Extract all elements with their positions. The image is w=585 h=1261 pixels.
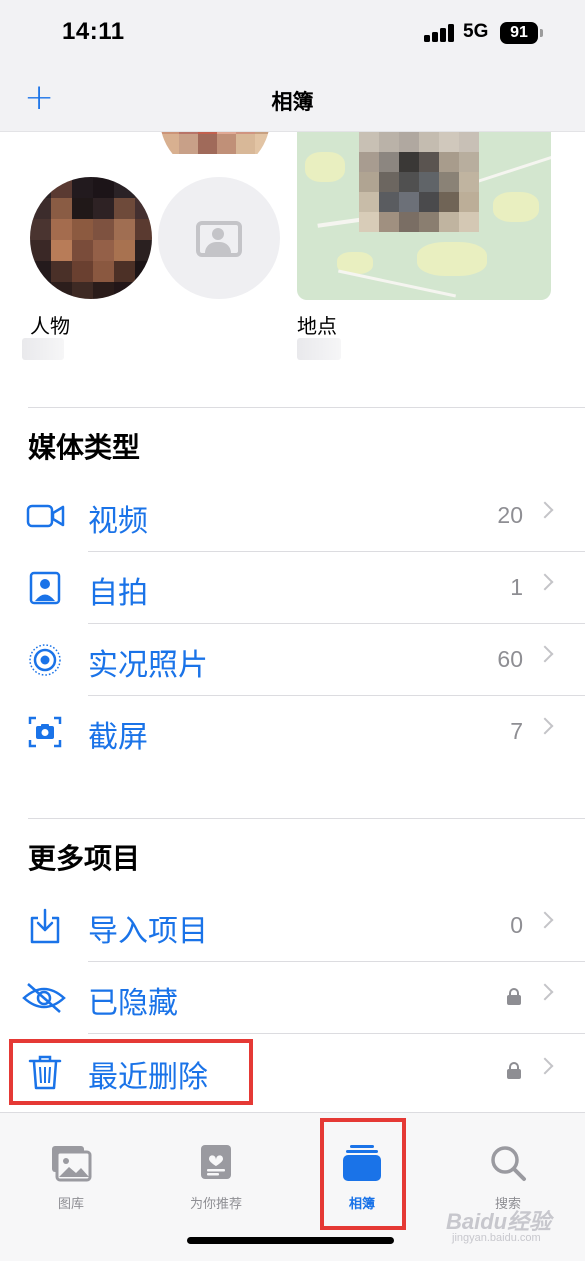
media-row-live-photos[interactable]: 实况照片 60 — [0, 624, 585, 696]
person-placeholder[interactable] — [158, 177, 280, 299]
for-you-icon — [201, 1145, 231, 1179]
lock-icon — [507, 1062, 521, 1079]
places-album-count — [297, 338, 341, 360]
media-row-count: 1 — [510, 574, 523, 600]
chevron-right-icon — [536, 573, 554, 591]
tab-search[interactable]: 搜索 — [458, 1143, 558, 1212]
chevron-right-icon — [536, 911, 554, 929]
more-row-count: 0 — [510, 912, 523, 938]
chevron-right-icon — [536, 717, 554, 735]
selfie-icon — [29, 571, 61, 605]
hidden-eye-icon — [22, 983, 66, 1013]
battery-icon: 91 — [500, 22, 538, 44]
chevron-right-icon — [536, 1057, 554, 1075]
lock-icon — [507, 988, 521, 1005]
more-row-label: 已隐藏 — [88, 986, 178, 1021]
status-bar: 14:11 5G 91 — [0, 0, 585, 68]
more-items-title: 更多项目 — [28, 842, 141, 875]
places-map[interactable] — [297, 132, 551, 300]
media-row-label: 截屏 — [88, 720, 148, 755]
highlight-recently-deleted — [9, 1039, 253, 1105]
section-divider — [28, 818, 585, 819]
place-photo-pin — [359, 132, 479, 232]
page-title: 相簿 — [271, 90, 314, 114]
status-time: 14:11 — [62, 18, 125, 45]
more-row-imports[interactable]: 导入项目 0 — [0, 890, 585, 962]
media-row-label: 视频 — [88, 504, 148, 539]
cellular-signal-icon — [424, 24, 456, 42]
media-row-count: 7 — [510, 718, 523, 744]
media-row-count: 20 — [497, 502, 523, 528]
battery-level: 91 — [510, 24, 528, 41]
live-photo-icon — [29, 644, 61, 676]
tab-for-you[interactable]: 为你推荐 — [166, 1143, 266, 1212]
person-thumbnail[interactable] — [30, 132, 140, 164]
home-indicator[interactable] — [187, 1237, 394, 1244]
person-placeholder-icon — [196, 221, 242, 257]
person-thumbnail[interactable] — [160, 132, 270, 174]
people-album-label[interactable]: 人物 — [30, 310, 70, 339]
row-separator — [88, 1033, 585, 1034]
media-row-label: 自拍 — [88, 576, 148, 611]
highlight-albums-tab — [320, 1118, 406, 1230]
media-row-count: 60 — [497, 646, 523, 672]
media-row-selfie[interactable]: 自拍 1 — [0, 552, 585, 624]
media-row-label: 实况照片 — [88, 648, 208, 683]
nav-bar: + 相簿 — [0, 68, 585, 132]
person-thumbnail[interactable] — [30, 177, 152, 299]
chevron-right-icon — [536, 645, 554, 663]
more-row-hidden[interactable]: 已隐藏 — [0, 962, 585, 1034]
library-icon — [52, 1146, 92, 1182]
media-row-video[interactable]: 视频 20 — [0, 480, 585, 552]
import-icon — [30, 908, 60, 944]
search-icon — [491, 1146, 526, 1181]
chevron-right-icon — [536, 501, 554, 519]
screenshot-icon — [28, 716, 62, 748]
video-icon — [26, 504, 65, 528]
places-album-label[interactable]: 地点 — [297, 310, 337, 339]
people-album-count — [22, 338, 64, 360]
watermark-url: jingyan.baidu.com — [452, 1232, 541, 1244]
section-divider — [28, 407, 585, 408]
tab-label: 图库 — [57, 1197, 84, 1212]
tab-library[interactable]: 图库 — [21, 1143, 121, 1212]
battery-cap — [540, 29, 543, 37]
chevron-right-icon — [536, 983, 554, 1001]
media-row-screenshots[interactable]: 截屏 7 — [0, 696, 585, 768]
network-type: 5G — [463, 21, 489, 42]
people-places-section: 人物 地点 — [0, 132, 585, 407]
media-types-title: 媒体类型 — [28, 431, 141, 464]
tab-label: 为你推荐 — [189, 1197, 242, 1212]
more-row-label: 导入项目 — [88, 914, 208, 949]
